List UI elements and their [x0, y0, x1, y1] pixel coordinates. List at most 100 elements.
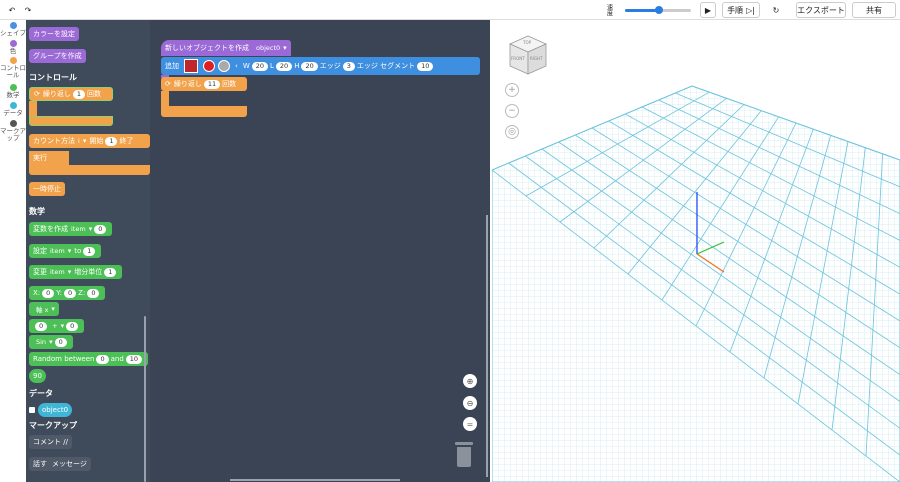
variable-value-input[interactable]: 0 [94, 224, 107, 234]
operator-dropdown[interactable]: + [49, 322, 60, 330]
repeat-count-input[interactable]: 11 [203, 79, 221, 89]
block-label: 繰り返し [42, 90, 71, 98]
undo-icon[interactable]: ↶ [6, 2, 18, 18]
block-workspace[interactable]: 新しいオブジェクトを作成 object0 ▾ 追加 ‹ W 20 L 20 H 2… [150, 20, 490, 482]
say-message: メッセージ [52, 460, 87, 468]
count-start-input[interactable]: 1 [105, 136, 118, 146]
random-to-input[interactable]: 10 [125, 354, 143, 364]
category-shape[interactable]: シェイプ [0, 22, 26, 37]
y-input[interactable]: 0 [64, 288, 77, 298]
color-swatch[interactable] [203, 60, 215, 72]
block-label: 開始 [89, 137, 104, 145]
set-color-block[interactable]: カラーを設定 [29, 27, 79, 41]
variable-dropdown[interactable]: item [47, 247, 68, 255]
create-group-block[interactable]: グループを作成 [29, 49, 86, 63]
say-block[interactable]: 話す メッセージ [29, 457, 91, 471]
width-input[interactable]: 20 [251, 61, 269, 71]
operand-right-input[interactable]: 0 [66, 321, 79, 331]
block-label: 話す [33, 460, 47, 468]
create-variable-block[interactable]: 変数を作成 item ▾ 0 [29, 222, 113, 236]
block-label: カラーを設定 [33, 30, 75, 38]
object-variable-row: object0 [29, 403, 73, 417]
change-value-input[interactable]: 1 [104, 267, 117, 277]
edge-input[interactable]: 3 [342, 61, 355, 71]
viewport-zoom-out-button[interactable]: − [505, 104, 519, 118]
height-input[interactable]: 20 [301, 61, 318, 71]
viewport-zoom-in-button[interactable]: + [505, 83, 519, 97]
function-dropdown[interactable]: Sin [33, 338, 49, 346]
x-input[interactable]: 0 [42, 288, 55, 298]
object-variable-block[interactable]: object0 [38, 403, 73, 417]
material-swatch[interactable] [218, 60, 230, 72]
zoom-in-button[interactable]: ⊕ [463, 374, 477, 388]
count-with-block[interactable]: カウント方法 i ▾ 開始 1 終了 [29, 134, 150, 148]
count-block-foot [29, 165, 150, 175]
change-variable-block[interactable]: 変更 item ▾ 増分単位 1 [29, 265, 123, 279]
speed-slider[interactable] [625, 6, 691, 14]
repeat-block[interactable]: ⟳ 繰り返し 1 回数 [29, 87, 113, 101]
random-from-input[interactable]: 0 [96, 354, 109, 364]
block-label: 設定 [33, 247, 47, 255]
block-label: 増分単位 [74, 268, 103, 276]
3d-viewport[interactable]: TOP FRONT RIGHT + − ◎ [492, 20, 900, 482]
box-shape-icon[interactable] [184, 59, 198, 73]
workspace-repeat-block[interactable]: ⟳ 繰り返し 11 回数 [161, 77, 247, 91]
xyz-block[interactable]: X: 0 Y: 0 Z: 0 [29, 286, 106, 300]
collapse-chevron-icon[interactable]: ‹ [235, 62, 238, 70]
view-cube[interactable]: TOP FRONT RIGHT [508, 34, 548, 78]
variable-dropdown[interactable]: item [47, 268, 68, 276]
sin-block[interactable]: Sin ▾ 0 [29, 335, 73, 349]
dropdown-arrow-icon: ▾ [67, 247, 72, 255]
viewport-fit-button[interactable]: ◎ [505, 125, 519, 139]
share-button[interactable]: 共有 [852, 2, 896, 18]
category-control[interactable]: コントロール [0, 57, 26, 79]
zoom-reset-button[interactable]: = [463, 417, 477, 431]
workspace-horizontal-scrollbar[interactable] [230, 479, 400, 481]
block-label: 変更 [33, 268, 47, 276]
variable-dropdown[interactable]: item [68, 225, 89, 233]
add-box-block[interactable]: 追加 ‹ W 20 L 20 H 20 エッジ 3 エッジ セグメント 10 [161, 57, 480, 75]
zoom-out-button[interactable]: ⊖ [463, 396, 477, 410]
length-input[interactable]: 20 [275, 61, 293, 71]
play-button[interactable]: ▶ [700, 2, 716, 18]
zoom-out-icon: ⊖ [466, 398, 474, 408]
dropdown-arrow-icon: ▾ [283, 44, 287, 52]
category-math[interactable]: 数学 [0, 84, 26, 99]
category-data[interactable]: データ [0, 102, 26, 117]
block-label: エッジ セグメント [356, 62, 416, 70]
axis-block[interactable]: 軸 x ▾ [29, 302, 59, 316]
block-label: 90 [33, 372, 42, 380]
redo-icon[interactable]: ↷ [22, 2, 34, 18]
z-input[interactable]: 0 [87, 288, 100, 298]
number-block[interactable]: 90 [29, 369, 46, 383]
variable-checkbox[interactable] [29, 407, 35, 413]
category-label: 数学 [6, 91, 20, 99]
workspace-vertical-scrollbar[interactable] [486, 215, 488, 477]
repeat-block-foot [161, 106, 247, 117]
reset-button[interactable]: ↻ [768, 2, 784, 18]
category-markup[interactable]: マークアップ [0, 120, 26, 142]
block-label: W [242, 62, 250, 70]
export-button[interactable]: エクスポート [796, 2, 846, 18]
operand-left-input[interactable]: 0 [35, 321, 48, 331]
count-variable-dropdown[interactable]: i [75, 137, 83, 145]
random-block[interactable]: Random between 0 and 10 [29, 352, 149, 366]
repeat-count-input[interactable]: 1 [72, 89, 86, 99]
object-name-dropdown[interactable]: object0 [253, 44, 283, 52]
pause-block[interactable]: 一時停止 [29, 182, 65, 196]
minus-icon: − [508, 106, 516, 116]
edge-segment-input[interactable]: 10 [417, 61, 434, 71]
arithmetic-block[interactable]: 0 + ▾ 0 [29, 319, 85, 333]
block-label: エッジ [319, 62, 341, 70]
comment-block[interactable]: コメント // [29, 435, 72, 449]
axis-dropdown[interactable]: 軸 x [33, 304, 51, 314]
category-color[interactable]: 色 [0, 40, 26, 55]
step-button[interactable]: 手順 ▷| [722, 2, 760, 18]
dropdown-arrow-icon: ▾ [51, 305, 55, 313]
set-variable-block[interactable]: 設定 item ▾ to 1 [29, 244, 102, 258]
flyout-scrollbar[interactable] [144, 316, 146, 482]
new-object-block[interactable]: 新しいオブジェクトを作成 object0 ▾ [161, 40, 291, 56]
set-value-input[interactable]: 1 [83, 246, 96, 256]
sin-input[interactable]: 0 [54, 337, 67, 347]
trash-icon[interactable] [455, 442, 473, 468]
